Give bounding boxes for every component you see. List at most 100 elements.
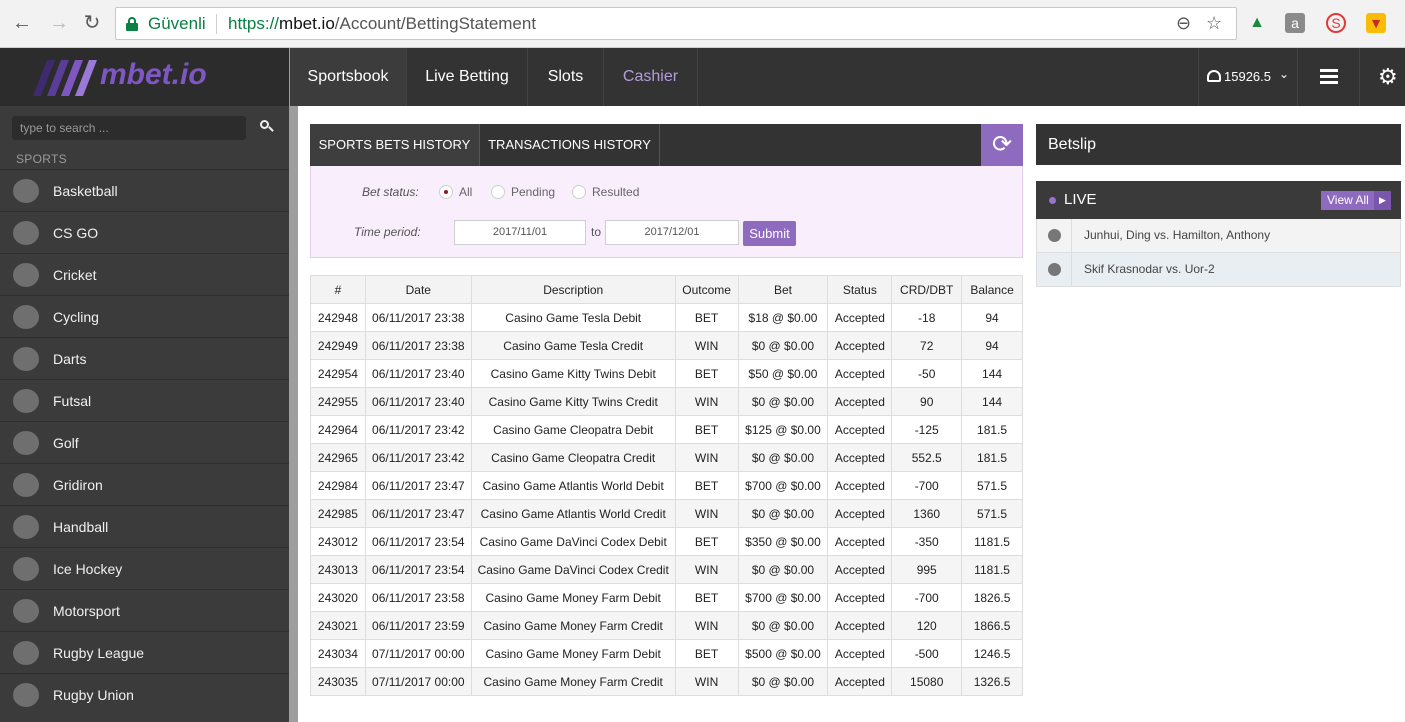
ball-icon bbox=[13, 389, 39, 413]
cell-status: Accepted bbox=[827, 611, 893, 640]
table-row: 243034 07/11/2017 00:00 Casino Game Money … bbox=[310, 639, 1023, 668]
zoom-icon[interactable]: ⊖ bbox=[1176, 13, 1191, 34]
gear-icon[interactable]: ⚙ bbox=[1378, 64, 1398, 90]
logo[interactable]: mbet.io bbox=[0, 48, 290, 106]
column-header[interactable]: Description bbox=[470, 275, 676, 304]
sidebar-item-rugby-union[interactable]: Rugby Union bbox=[0, 673, 289, 715]
cell-outcome: BET bbox=[674, 527, 739, 556]
column-header[interactable]: CRD/DBT bbox=[891, 275, 963, 304]
filter-panel: Bet status: All Pending Resulted Time pe… bbox=[310, 166, 1023, 258]
rugby-icon bbox=[13, 683, 39, 707]
sports-heading: SPORTS bbox=[16, 152, 67, 166]
table-row: 242949 06/11/2017 23:38 Casino Game Tesla … bbox=[310, 331, 1023, 360]
extension-drive-icon[interactable]: ▼ bbox=[1366, 13, 1386, 33]
cell-id: 242948 bbox=[310, 303, 366, 332]
history-tabs: SPORTS BETS HISTORY TRANSACTIONS HISTORY… bbox=[310, 124, 1023, 166]
refresh-button[interactable]: ⟳ bbox=[981, 124, 1023, 166]
submit-button[interactable]: Submit bbox=[743, 221, 796, 246]
extension-s-icon[interactable]: S bbox=[1326, 13, 1346, 33]
sidebar-scrollbar[interactable] bbox=[289, 48, 298, 722]
back-arrow-icon[interactable]: ← bbox=[10, 11, 34, 35]
address-bar[interactable]: Güvenli https://mbet.io/Account/BettingS… bbox=[115, 7, 1237, 40]
chevron-down-icon: ⌄ bbox=[1279, 67, 1290, 81]
date-from-input[interactable]: 2017/11/01 bbox=[454, 220, 586, 245]
live-event-item[interactable]: Junhui, Ding vs. Hamilton, Anthony bbox=[1036, 219, 1401, 253]
sidebar-item-darts[interactable]: Darts bbox=[0, 337, 289, 379]
cell-bet: $0 @ $0.00 bbox=[737, 667, 829, 696]
cell-status: Accepted bbox=[827, 303, 893, 332]
url-text[interactable]: https://mbet.io/Account/BettingStatement bbox=[228, 14, 536, 34]
status-label-resulted: Resulted bbox=[592, 185, 640, 199]
sidebar-item-cricket[interactable]: Cricket bbox=[0, 253, 289, 295]
golf-icon bbox=[13, 431, 39, 455]
sidebar-item-cycling[interactable]: Cycling bbox=[0, 295, 289, 337]
forward-arrow-icon[interactable]: → bbox=[47, 11, 71, 35]
table-row: 243020 06/11/2017 23:58 Casino Game Money … bbox=[310, 583, 1023, 612]
betslip-header[interactable]: Betslip bbox=[1036, 124, 1401, 165]
nav-live-betting[interactable]: Live Betting bbox=[407, 48, 528, 106]
status-radio-resulted[interactable] bbox=[572, 185, 586, 199]
column-header[interactable]: Status bbox=[827, 275, 893, 304]
table-header-row: # Date Description Outcome Bet Status CR… bbox=[310, 275, 1023, 304]
extension-tree-icon[interactable]: ▲ bbox=[1247, 13, 1267, 33]
column-header[interactable]: # bbox=[310, 275, 366, 304]
cell-description: Casino Game Cleopatra Debit bbox=[470, 415, 676, 444]
column-header[interactable]: Balance bbox=[961, 275, 1023, 304]
status-radio-all[interactable] bbox=[439, 185, 453, 199]
cell-date: 06/11/2017 23:47 bbox=[364, 471, 472, 500]
cell-balance: 571.5 bbox=[961, 499, 1023, 528]
tab-sports-bets-history[interactable]: SPORTS BETS HISTORY bbox=[310, 124, 480, 166]
cell-status: Accepted bbox=[827, 387, 893, 416]
sidebar-item-gridiron[interactable]: Gridiron bbox=[0, 463, 289, 505]
date-to-input[interactable]: 2017/12/01 bbox=[605, 220, 739, 245]
search-icon[interactable] bbox=[260, 120, 274, 134]
table-row: 242964 06/11/2017 23:42 Casino Game Cleopa… bbox=[310, 415, 1023, 444]
sidebar-item-basketball[interactable]: Basketball bbox=[0, 169, 289, 211]
nav-sportsbook[interactable]: Sportsbook bbox=[290, 48, 407, 106]
basketball-icon bbox=[13, 179, 39, 203]
cell-crd-dbt: -700 bbox=[891, 583, 963, 612]
column-header[interactable]: Date bbox=[364, 275, 472, 304]
status-label-pending: Pending bbox=[511, 185, 556, 199]
cell-outcome: WIN bbox=[674, 499, 739, 528]
cell-id: 243034 bbox=[310, 639, 366, 668]
search-field[interactable] bbox=[12, 116, 246, 140]
column-header[interactable]: Bet bbox=[737, 275, 829, 304]
table-row: 242965 06/11/2017 23:42 Casino Game Cleopa… bbox=[310, 443, 1023, 472]
puck-icon bbox=[13, 557, 39, 581]
refresh-icon: ⟳ bbox=[991, 131, 1013, 158]
sidebar-item-handball[interactable]: Handball bbox=[0, 505, 289, 547]
top-nav: Sportsbook Live Betting Slots Cashier 15… bbox=[290, 48, 1405, 106]
cell-bet: $0 @ $0.00 bbox=[737, 387, 829, 416]
sidebar-item-csgo[interactable]: CS GO bbox=[0, 211, 289, 253]
cell-id: 242984 bbox=[310, 471, 366, 500]
cell-date: 06/11/2017 23:58 bbox=[364, 583, 472, 612]
column-header[interactable]: Outcome bbox=[674, 275, 739, 304]
cell-balance: 181.5 bbox=[961, 443, 1023, 472]
cell-date: 06/11/2017 23:38 bbox=[364, 303, 472, 332]
cell-outcome: BET bbox=[674, 583, 739, 612]
hamburger-menu-icon[interactable] bbox=[1320, 69, 1338, 84]
nav-cashier[interactable]: Cashier bbox=[604, 48, 698, 106]
search-input[interactable] bbox=[12, 116, 246, 140]
sidebar-item-ice-hockey[interactable]: Ice Hockey bbox=[0, 547, 289, 589]
status-radio-pending[interactable] bbox=[491, 185, 505, 199]
balance-dropdown[interactable]: 15926.5 ⌄ bbox=[1198, 48, 1298, 106]
cell-crd-dbt: 120 bbox=[891, 611, 963, 640]
reload-icon[interactable]: ↻ bbox=[80, 11, 104, 35]
extension-bag-icon[interactable]: a bbox=[1285, 13, 1305, 33]
time-period-label: Time period: bbox=[354, 225, 421, 239]
sidebar-item-futsal[interactable]: Futsal bbox=[0, 379, 289, 421]
sidebar-item-rugby-league[interactable]: Rugby League bbox=[0, 631, 289, 673]
football-icon bbox=[13, 473, 39, 497]
sidebar-item-motorsport[interactable]: Motorsport bbox=[0, 589, 289, 631]
live-event-item[interactable]: Skif Krasnodar vs. Uor-2 bbox=[1036, 253, 1401, 287]
view-all-button[interactable]: View All ▶ bbox=[1321, 191, 1391, 210]
tab-transactions-history[interactable]: TRANSACTIONS HISTORY bbox=[480, 124, 660, 166]
bookmark-star-icon[interactable]: ☆ bbox=[1206, 13, 1222, 34]
cell-date: 06/11/2017 23:40 bbox=[364, 359, 472, 388]
cell-description: Casino Game Atlantis World Debit bbox=[470, 471, 676, 500]
cell-outcome: BET bbox=[674, 471, 739, 500]
sidebar-item-golf[interactable]: Golf bbox=[0, 421, 289, 463]
nav-slots[interactable]: Slots bbox=[528, 48, 604, 106]
